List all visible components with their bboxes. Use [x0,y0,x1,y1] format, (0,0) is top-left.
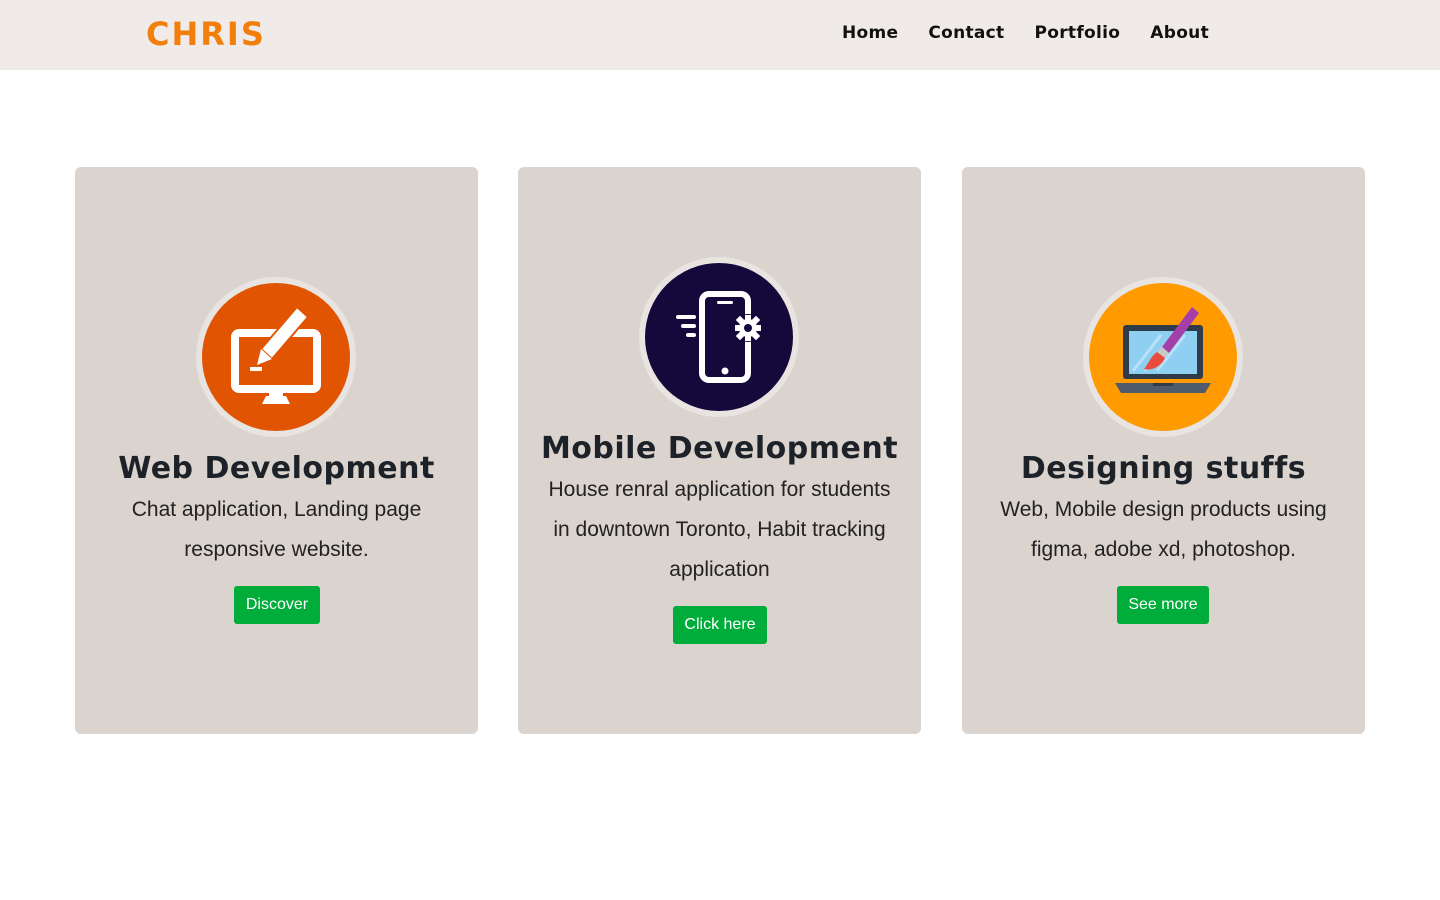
icon-ring [639,257,799,417]
nav-link-about[interactable]: About [1150,22,1209,44]
nav-links: Home Contact Portfolio About [842,22,1209,44]
card-title: Designing stuffs [1020,451,1307,486]
nav-link-contact[interactable]: Contact [928,22,1004,44]
laptop-paintbrush-icon [1089,283,1237,431]
navbar: CHRIS Home Contact Portfolio About [0,0,1440,70]
card-title: Mobile Development [540,431,899,466]
see-more-button[interactable]: See more [1117,586,1209,624]
card-description: Chat application, Landing page responsiv… [131,498,422,561]
monitor-pen-icon [202,283,350,431]
service-card-designing: Designing stuffs Web, Mobile design prod… [962,167,1365,734]
icon-ring [1083,277,1243,437]
nav-link-home[interactable]: Home [842,22,898,44]
card-description: House renral application for students in… [548,478,891,581]
card-title: Web Development [118,451,435,486]
service-card-mobile-development: Mobile Development House renral applicat… [518,167,921,734]
card-description: Web, Mobile design products using figma,… [1000,498,1327,561]
discover-button[interactable]: Discover [234,586,320,624]
icon-ring [196,277,356,437]
click-here-button[interactable]: Click here [673,606,767,644]
smartphone-gear-icon [645,263,793,411]
service-card-web-development: Web Development Chat application, Landin… [75,167,478,734]
brand-logo[interactable]: CHRIS [146,14,266,54]
nav-link-portfolio[interactable]: Portfolio [1035,22,1121,44]
